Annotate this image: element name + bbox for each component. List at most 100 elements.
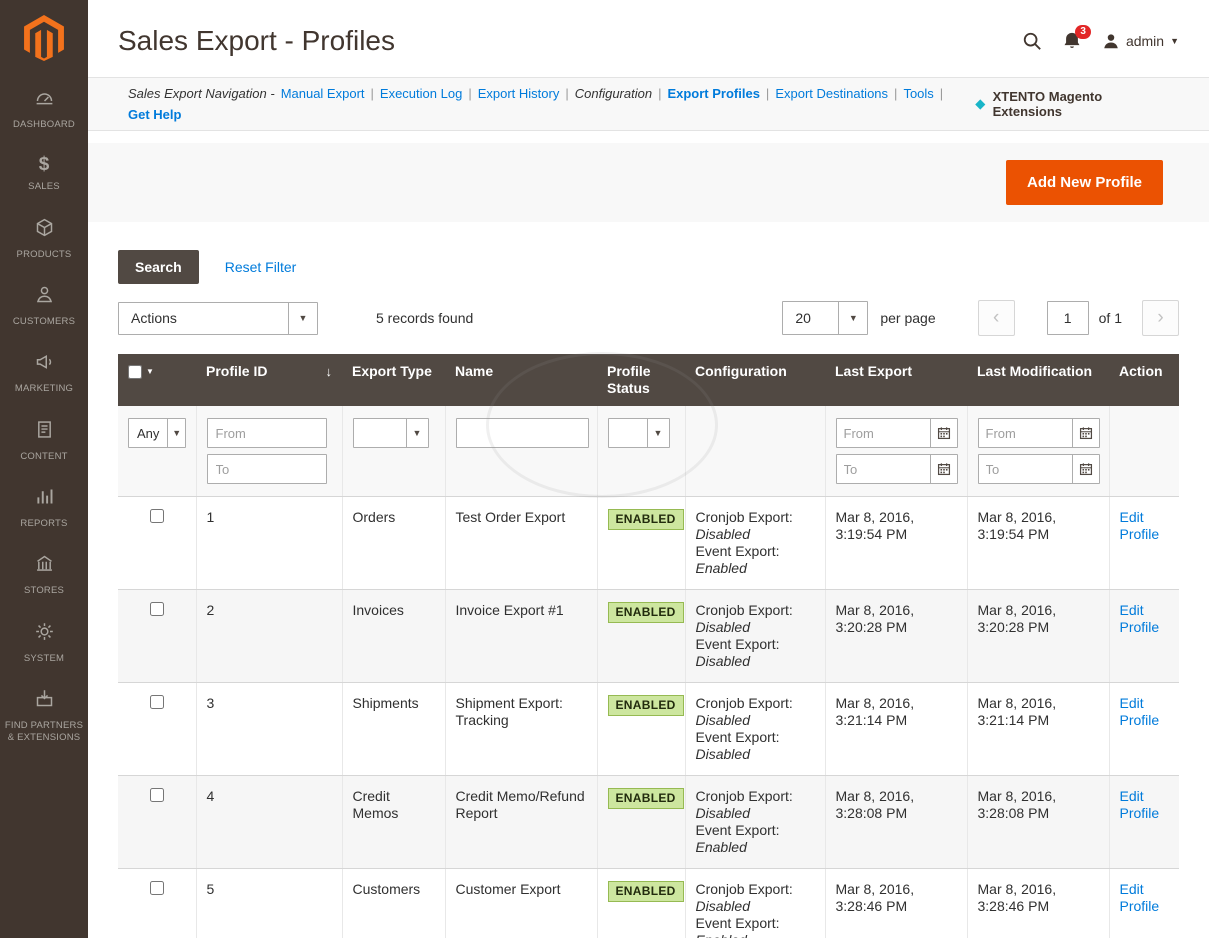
nav-link-configuration[interactable]: Configuration [575,86,652,101]
cell-configuration: Cronjob Export: Disabled Event Export: D… [685,589,826,683]
row-checkbox[interactable] [149,695,164,709]
last-export-from-input[interactable] [836,419,930,447]
select-all-checkbox[interactable] [128,364,142,379]
sidebar-item-sales[interactable]: $ SALES [0,143,88,205]
event-export-value: Disabled [695,746,750,762]
row-checkbox[interactable] [149,788,164,802]
edit-profile-link[interactable]: Edit Profile [1120,788,1160,821]
status-badge: ENABLED [607,695,684,716]
nav-link-export-profiles[interactable]: Export Profiles [667,86,759,101]
previous-page-button[interactable]: ‹ [977,300,1015,336]
export-type-filter-value [354,419,406,447]
find-partners-icon [34,688,55,714]
last-export-to-input[interactable] [836,455,930,483]
massaction-any-select[interactable]: Any ▼ [128,418,186,448]
status-badge: ENABLED [607,788,684,809]
sidebar-item-reports[interactable]: REPORTS [0,475,88,542]
reset-filter-link[interactable]: Reset Filter [225,259,297,275]
nav-separator: | [370,86,374,101]
sidebar-item-label: STORES [23,585,65,597]
module-nav: Sales Export Navigation - Manual Export … [88,77,1209,131]
per-page-value: 20 [795,310,811,326]
sidebar-item-content[interactable]: CONTENT [0,408,88,475]
nav-link-export-destinations[interactable]: Export Destinations [775,86,888,101]
profile-id-to-input[interactable] [206,454,327,484]
row-checkbox[interactable] [149,602,164,616]
profile-id-from-input[interactable] [206,418,327,448]
per-page-select[interactable]: 20 ▼ [782,301,869,335]
sort-descending-icon[interactable]: ↓ [326,363,333,380]
last-modification-to-input[interactable] [978,455,1072,483]
sidebar-item-system[interactable]: SYSTEM [0,610,88,677]
edit-profile-link[interactable]: Edit Profile [1120,695,1160,728]
xtento-brand-label: XTENTO Magento Extensions [992,89,1103,119]
sidebar-item-customers[interactable]: CUSTOMERS [0,273,88,340]
cell-name: Test Order Export [445,496,598,590]
nav-link-tools[interactable]: Tools [903,86,933,101]
marketing-icon [34,351,55,377]
row-checkbox[interactable] [149,881,164,895]
search-button[interactable]: Search [118,250,199,284]
calendar-icon[interactable] [929,419,957,447]
sidebar-item-find-partners[interactable]: FIND PARTNERS & EXTENSIONS [0,677,88,757]
next-page-button[interactable]: › [1142,300,1179,336]
status-badge: ENABLED [607,881,684,902]
column-header-configuration[interactable]: Configuration [685,354,825,406]
event-export-value: Enabled [695,560,747,576]
xtento-brand[interactable]: XTENTO Magento Extensions [974,89,1169,119]
calendar-icon[interactable] [1071,455,1099,483]
select-all-dropdown-icon[interactable]: ▼ [146,363,154,380]
search-icon[interactable] [1022,31,1042,51]
cell-configuration: Cronjob Export: Disabled Event Export: E… [685,868,826,938]
admin-sidebar: DASHBOARD $ SALES PRODUCTS CUSTOMERS MAR… [0,0,88,938]
calendar-icon[interactable] [1071,419,1099,447]
nav-link-manual-export[interactable]: Manual Export [281,86,365,101]
actions-select[interactable]: Actions ▼ [118,301,318,335]
cell-last-modification: Mar 8, 2016, 3:19:54 PM [967,496,1110,590]
nav-link-export-history[interactable]: Export History [478,86,560,101]
sidebar-item-dashboard[interactable]: DASHBOARD [0,76,88,143]
event-export-value: Enabled [696,932,815,938]
magento-logo[interactable] [0,0,88,76]
last-modification-from-input[interactable] [978,419,1072,447]
name-filter-input[interactable] [455,418,589,448]
nav-link-get-help[interactable]: Get Help [128,107,181,122]
grid-container: ▼ Profile ID ↓ Export Type Name Profile … [88,354,1209,938]
column-header-last-export[interactable]: Last Export [825,354,967,406]
edit-profile-link[interactable]: Edit Profile [1120,602,1160,635]
profile-status-filter-select[interactable]: ▼ [607,418,670,448]
column-header-profile-status[interactable]: Profile Status [597,354,685,406]
cell-export-type: Customers [342,868,446,938]
admin-user-menu[interactable]: admin ▼ [1102,32,1179,50]
status-badge: ENABLED [607,602,684,623]
edit-profile-link[interactable]: Edit Profile [1120,881,1160,914]
page-actions-bar: Add New Profile [88,143,1209,222]
column-header-profile-id[interactable]: Profile ID [206,363,267,380]
toolbar-right: 20 ▼ per page ‹ of 1 › [782,300,1179,336]
nav-separator: | [658,86,662,101]
sidebar-item-stores[interactable]: STORES [0,542,88,609]
sidebar-item-label: SALES [28,181,60,193]
sidebar-item-label: DASHBOARD [13,119,75,130]
column-header-name[interactable]: Name [445,354,597,406]
column-header-last-modification[interactable]: Last Modification [967,354,1109,406]
sidebar-item-products[interactable]: PRODUCTS [0,206,88,273]
row-checkbox[interactable] [149,509,164,523]
grid-filter-row: Any ▼ From To ▼ ▼ From To From To [118,406,1179,497]
nav-link-execution-log[interactable]: Execution Log [380,86,462,101]
event-export-value: Enabled [695,839,747,855]
cell-profile-id: 1 [196,496,343,590]
cell-configuration: Cronjob Export: Disabled Event Export: E… [685,775,826,869]
nav-separator: | [765,86,770,101]
export-type-filter-select[interactable]: ▼ [352,418,429,448]
cell-export-type: Shipments [342,682,446,776]
sidebar-item-marketing[interactable]: MARKETING [0,340,88,407]
page-number-input[interactable] [1046,301,1089,335]
calendar-icon[interactable] [929,455,957,483]
add-new-profile-button[interactable]: Add New Profile [1005,160,1163,205]
column-header-export-type[interactable]: Export Type [342,354,445,406]
massaction-any-value: Any [137,425,160,441]
notifications-bell-icon[interactable]: 3 [1062,25,1091,51]
status-badge: ENABLED [607,509,684,530]
edit-profile-link[interactable]: Edit Profile [1120,509,1160,542]
